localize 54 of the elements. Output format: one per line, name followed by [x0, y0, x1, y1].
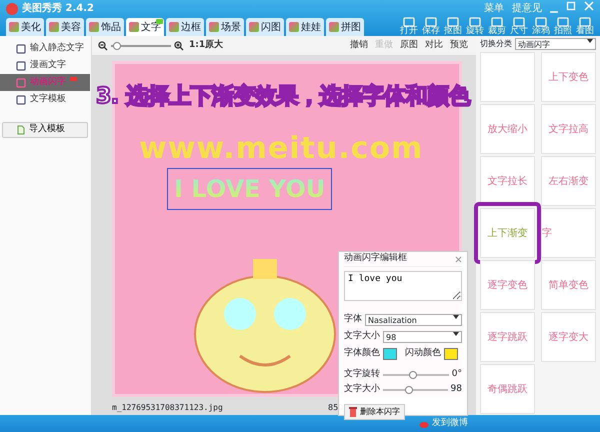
category-select[interactable]: 动画闪字	[515, 38, 596, 50]
slider-reading: 98	[450, 383, 462, 396]
effect-tile[interactable]: 左右渐变	[541, 156, 596, 206]
toolbar-button[interactable]: 旋转	[466, 17, 484, 36]
effect-tile[interactable]: 文字拉高	[541, 104, 596, 154]
field-label: 闪动颜色	[405, 347, 441, 360]
sidebar-item[interactable]: 漫画文字	[0, 57, 90, 74]
tab[interactable]: 饰品	[86, 18, 124, 36]
effect-tile[interactable]: 简单变色	[541, 260, 596, 310]
effect-tile[interactable]: 逐字变色	[480, 260, 535, 310]
panel-title: 动画闪字编辑框	[344, 252, 407, 266]
effect-tile[interactable]: 上下变色	[541, 52, 596, 102]
effect-tile[interactable]: 字	[541, 208, 596, 258]
toolbar-button[interactable]: 拍照	[554, 17, 572, 36]
size-select[interactable]: 98	[383, 331, 462, 343]
text-input[interactable]: I love you	[344, 271, 462, 301]
actual-size-button[interactable]: 1:1原大	[187, 38, 226, 52]
tab[interactable]: 拼图	[326, 18, 364, 36]
toolbar-button[interactable]: 裁剪	[488, 17, 506, 36]
delete-text-button[interactable]: 删除本闪字	[344, 404, 405, 420]
tab[interactable]: 娃娃	[286, 18, 324, 36]
tutorial-caption: 3. 选择上下渐变效果，选择字体和颜色	[96, 82, 470, 111]
effect-tile[interactable]: 上下渐变	[480, 208, 535, 258]
field-label: 文字旋转	[344, 368, 380, 382]
file-name: m_12769531708371123.jpg	[112, 402, 223, 414]
toolbar-button[interactable]: 保存	[422, 17, 440, 36]
sidebar-item[interactable]: 文字模板	[0, 91, 90, 108]
field-label: 字体颜色	[344, 347, 380, 360]
view-action-button[interactable]: 对比	[423, 38, 445, 52]
toolbar-button[interactable]: 涂鸦	[532, 17, 550, 36]
font-select[interactable]: Nasalization	[365, 314, 462, 326]
slider-reading: 0°	[452, 368, 462, 382]
field-label: 文字大小	[344, 330, 380, 344]
view-action-button[interactable]: 原图	[398, 38, 420, 52]
effect-tile[interactable]: 放大缩小	[480, 104, 535, 154]
field-label: 字体	[344, 313, 362, 326]
effect-tile[interactable]: 奇偶跳跃	[480, 364, 535, 414]
sidebar-item[interactable]: 输入静态文字	[0, 40, 90, 57]
tab[interactable]: 美化	[6, 18, 44, 36]
menu-link[interactable]: 提意见	[512, 1, 542, 16]
tab[interactable]: 闪图	[246, 18, 284, 36]
menu-link[interactable]: 菜单	[484, 1, 504, 16]
field-label: 文字大小	[344, 383, 380, 396]
category-label: 切换分类	[480, 38, 512, 50]
effect-tile[interactable]: 逐字跳跃	[480, 312, 535, 362]
tab[interactable]: 边框	[166, 18, 204, 36]
window-title: 美图秀秀 2.4.2	[22, 1, 94, 16]
effect-tile[interactable]: 逐字变大	[541, 312, 596, 362]
share-to-weibo-button[interactable]: 发到微博	[419, 416, 468, 430]
view-action-button[interactable]: 预览	[448, 38, 470, 52]
tab[interactable]: 场景	[206, 18, 244, 36]
tab[interactable]: 美容	[46, 18, 84, 36]
view-action-button[interactable]: 撤销	[348, 38, 370, 52]
import-template-button[interactable]: 导入模板	[2, 122, 88, 138]
